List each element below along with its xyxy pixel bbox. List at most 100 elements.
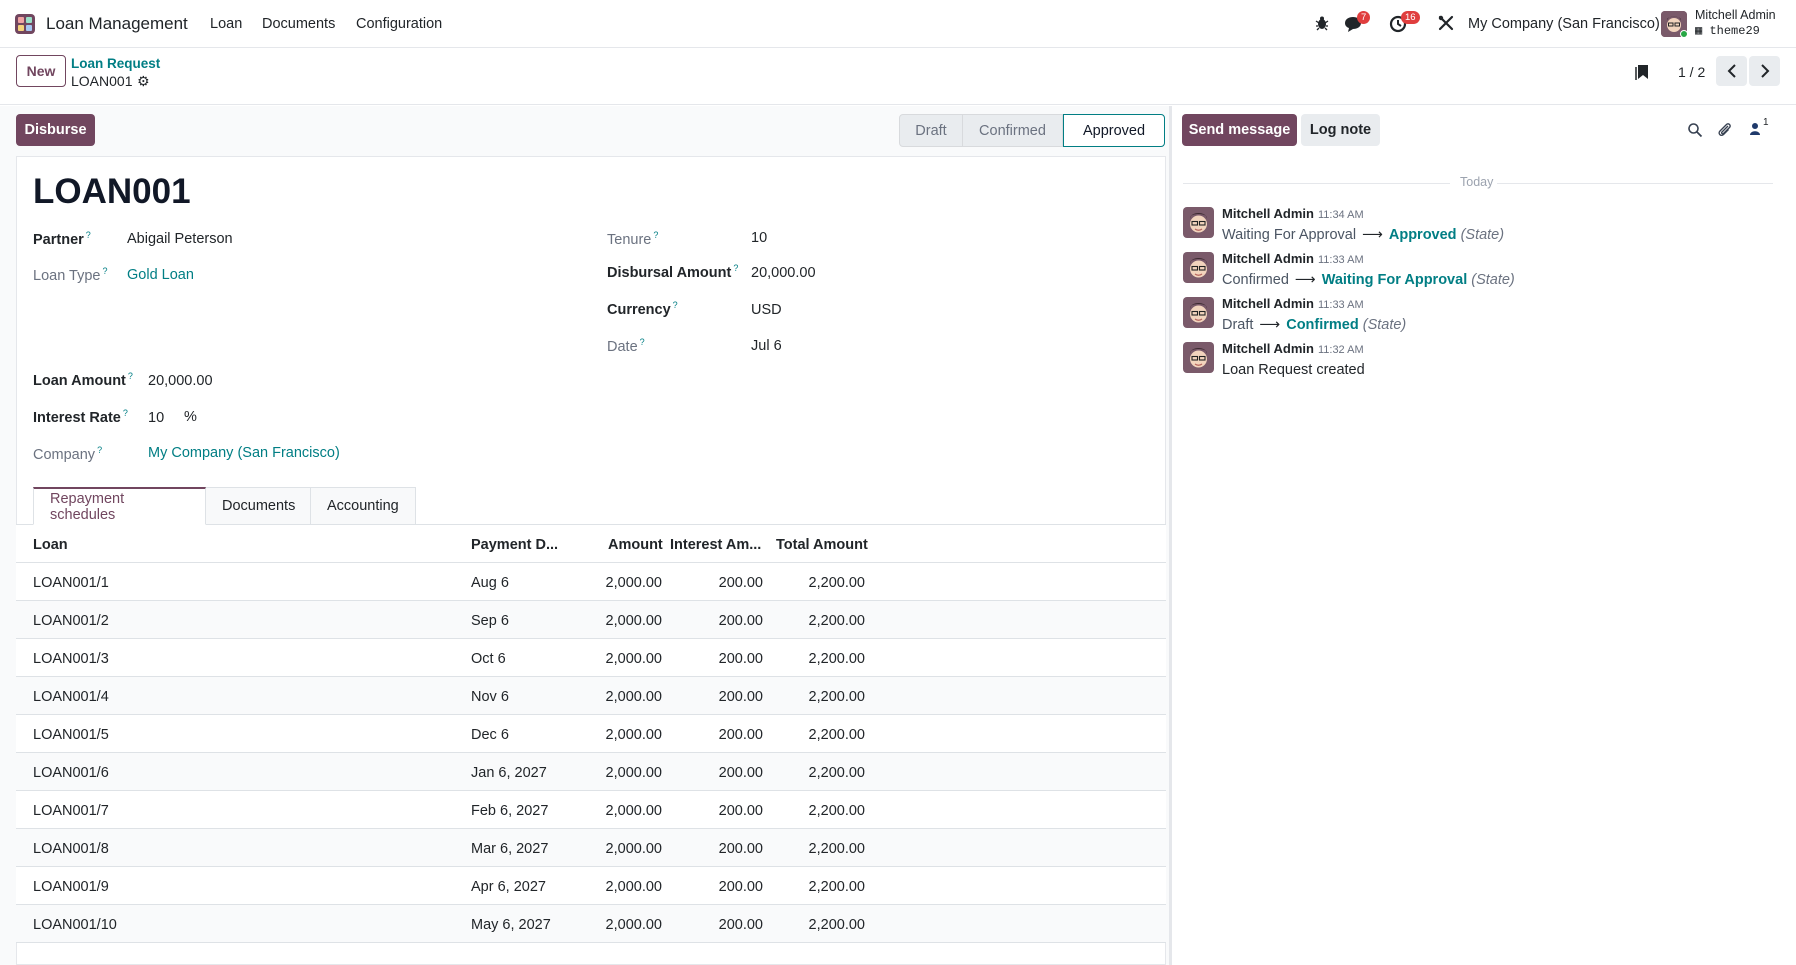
help-icon[interactable]: ? (640, 337, 645, 347)
table-row[interactable]: LOAN001/10 May 6, 2027 2,000.00 200.00 2… (16, 905, 1166, 943)
disbursal-amount-value[interactable]: 20,000.00 (751, 265, 816, 281)
cell-loan: LOAN001/8 (33, 841, 109, 857)
menu-loan[interactable]: Loan (210, 16, 242, 32)
help-icon[interactable]: ? (123, 408, 128, 418)
old-value: Confirmed (1222, 272, 1289, 288)
user-name[interactable]: Mitchell Admin (1695, 8, 1776, 22)
help-icon[interactable]: ? (673, 300, 678, 310)
company-value[interactable]: My Company (San Francisco) (148, 445, 340, 461)
author-name[interactable]: Mitchell Admin (1222, 206, 1314, 221)
table-row[interactable]: LOAN001/7 Feb 6, 2027 2,000.00 200.00 2,… (16, 791, 1166, 829)
column-payment-date[interactable]: Payment D... (471, 537, 558, 553)
table-row[interactable]: LOAN001/2 Sep 6 2,000.00 200.00 2,200.00 (16, 601, 1166, 639)
bug-icon[interactable] (1313, 14, 1333, 34)
company-switcher[interactable]: My Company (San Francisco) (1468, 16, 1660, 32)
partner-label: Partner? (33, 230, 91, 248)
cell-amount: 2,000.00 (605, 879, 662, 895)
old-value: Waiting For Approval (1222, 227, 1357, 243)
message-avatar[interactable] (1183, 342, 1214, 373)
message-avatar[interactable] (1183, 297, 1214, 328)
followers-icon[interactable] (1749, 121, 1761, 140)
tenure-label-text: Tenure (607, 231, 652, 248)
pager-value[interactable]: 1 / 2 (1678, 64, 1705, 80)
column-amount[interactable]: Amount (608, 537, 663, 553)
search-icon[interactable] (1687, 122, 1703, 141)
cell-interest: 200.00 (718, 917, 763, 933)
cell-total: 2,200.00 (808, 651, 865, 667)
tracked-field: (State) (1460, 227, 1505, 243)
company-label: Company? (33, 445, 102, 463)
message-avatar[interactable] (1183, 207, 1214, 238)
disburse-button[interactable]: Disburse (16, 114, 95, 146)
message-author: Mitchell Admin 11:33 AM (1222, 296, 1364, 311)
record-title: LOAN001 (33, 172, 191, 211)
status-bar: Draft Confirmed Approved (899, 114, 1165, 147)
column-loan[interactable]: Loan (33, 537, 68, 553)
send-message-button[interactable]: Send message (1182, 114, 1297, 146)
breadcrumb-parent[interactable]: Loan Request (71, 56, 160, 71)
loan-amount-value[interactable]: 20,000.00 (148, 373, 213, 389)
message-author: Mitchell Admin 11:32 AM (1222, 341, 1364, 356)
interest-rate-value[interactable]: 10 (148, 410, 164, 426)
tools-icon[interactable] (1437, 14, 1457, 34)
tenure-label: Tenure? (607, 230, 658, 248)
online-status-icon (1680, 30, 1688, 38)
cell-total: 2,200.00 (808, 765, 865, 781)
currency-value[interactable]: USD (751, 302, 782, 318)
table-row[interactable]: LOAN001/3 Oct 6 2,000.00 200.00 2,200.00 (16, 639, 1166, 677)
activities-badge: 16 (1401, 11, 1420, 24)
stage-draft[interactable]: Draft (899, 114, 963, 147)
help-icon[interactable]: ? (653, 230, 658, 240)
new-button[interactable]: New (16, 55, 66, 87)
cell-loan: LOAN001/3 (33, 651, 109, 667)
partner-value[interactable]: Abigail Peterson (127, 231, 233, 247)
app-logo-icon[interactable] (15, 14, 35, 34)
help-icon[interactable]: ? (102, 266, 107, 276)
tracked-field: (State) (1362, 317, 1407, 333)
cell-amount: 2,000.00 (605, 727, 662, 743)
help-icon[interactable]: ? (733, 263, 738, 273)
stage-confirmed[interactable]: Confirmed (963, 114, 1063, 147)
pager-previous-button[interactable] (1716, 56, 1747, 86)
table-row[interactable]: LOAN001/1 Aug 6 2,000.00 200.00 2,200.00 (16, 563, 1166, 601)
menu-configuration[interactable]: Configuration (356, 16, 442, 32)
currency-label: Currency? (607, 300, 678, 318)
menu-documents[interactable]: Documents (262, 16, 335, 32)
author-name[interactable]: Mitchell Admin (1222, 296, 1314, 311)
table-row[interactable]: LOAN001/9 Apr 6, 2027 2,000.00 200.00 2,… (16, 867, 1166, 905)
paperclip-icon[interactable] (1716, 121, 1733, 141)
table-row[interactable]: LOAN001/8 Mar 6, 2027 2,000.00 200.00 2,… (16, 829, 1166, 867)
tenure-value[interactable]: 10 (751, 230, 767, 246)
help-icon[interactable]: ? (86, 230, 91, 240)
cell-total: 2,200.00 (808, 803, 865, 819)
column-interest[interactable]: Interest Am... (670, 537, 761, 553)
date-value[interactable]: Jul 6 (751, 338, 782, 354)
cell-amount: 2,000.00 (605, 765, 662, 781)
log-note-button[interactable]: Log note (1301, 114, 1380, 146)
cell-amount: 2,000.00 (605, 689, 662, 705)
tab-documents[interactable]: Documents (206, 487, 311, 525)
stage-approved[interactable]: Approved (1063, 114, 1165, 147)
gear-icon[interactable]: ⚙ (137, 73, 150, 90)
date-label: Date? (607, 337, 645, 355)
pager-next-button[interactable] (1749, 56, 1780, 86)
cell-date: Nov 6 (471, 689, 509, 705)
message-avatar[interactable] (1183, 252, 1214, 283)
bookmark-icon[interactable] (1634, 63, 1650, 84)
tab-repayment-schedules[interactable]: Repayment schedules (33, 487, 206, 525)
author-name[interactable]: Mitchell Admin (1222, 251, 1314, 266)
tab-accounting[interactable]: Accounting (311, 487, 416, 525)
loan-type-value[interactable]: Gold Loan (127, 267, 194, 283)
help-icon[interactable]: ? (97, 445, 102, 455)
database-name: theme29 (1709, 24, 1760, 38)
help-icon[interactable]: ? (128, 371, 133, 381)
table-row[interactable]: LOAN001/5 Dec 6 2,000.00 200.00 2,200.00 (16, 715, 1166, 753)
author-name[interactable]: Mitchell Admin (1222, 341, 1314, 356)
partner-label-text: Partner (33, 231, 84, 248)
table-row[interactable]: LOAN001/4 Nov 6 2,000.00 200.00 2,200.00 (16, 677, 1166, 715)
cell-total: 2,200.00 (808, 879, 865, 895)
app-name[interactable]: Loan Management (46, 14, 188, 34)
new-value: Confirmed (1286, 317, 1359, 333)
column-total[interactable]: Total Amount (776, 537, 868, 553)
table-row[interactable]: LOAN001/6 Jan 6, 2027 2,000.00 200.00 2,… (16, 753, 1166, 791)
